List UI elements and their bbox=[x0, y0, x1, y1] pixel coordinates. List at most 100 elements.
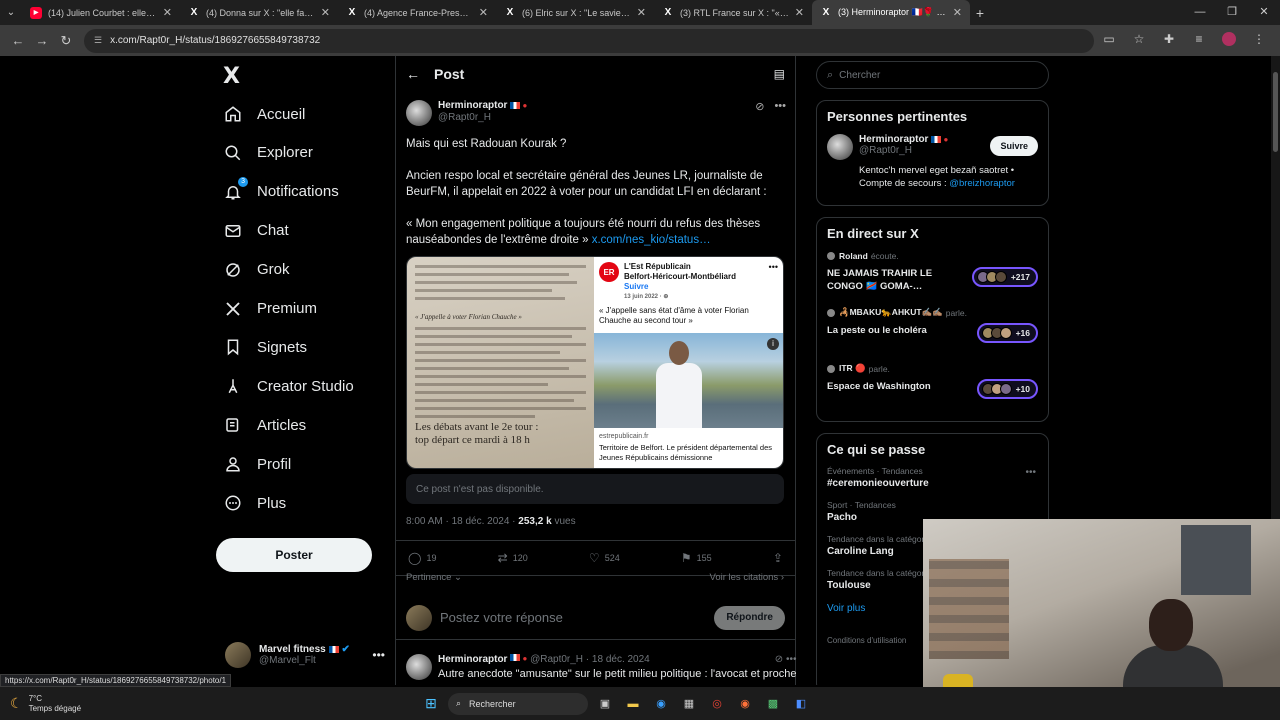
nav-item-articles[interactable]: Articles bbox=[223, 410, 306, 440]
close-tab-icon[interactable]: ✕ bbox=[163, 6, 172, 19]
author-avatar[interactable] bbox=[406, 100, 432, 126]
grok-icon[interactable]: ⊘ bbox=[755, 100, 764, 113]
reply-action[interactable]: ◯ 19 bbox=[408, 551, 436, 565]
nav-label: Grok bbox=[257, 261, 290, 279]
bio-link[interactable]: @breizhoraptor bbox=[949, 178, 1015, 189]
post-time[interactable]: 8:00 AM · 18 déc. 2024 · bbox=[406, 516, 516, 527]
repost-action[interactable]: ⇄ 120 bbox=[498, 551, 528, 565]
live-space-item[interactable]: Roland écoute. NE JAMAIS TRAHIR LE CONGO 🇨… bbox=[817, 247, 1048, 303]
author-avatar[interactable] bbox=[406, 654, 432, 680]
left-navigation: X Accueil Explorer 3 Notifications Chat Grok P… bbox=[215, 56, 395, 685]
nav-item-accueil[interactable]: Accueil bbox=[223, 99, 305, 129]
reply-author[interactable]: Herminoraptor bbox=[438, 654, 507, 665]
news-card-photo[interactable]: ER L'Est Républicain Belfort-Héricourt-M… bbox=[594, 257, 783, 468]
bookmark-star-icon[interactable]: ☆ bbox=[1124, 32, 1154, 49]
firefox-icon[interactable]: ◉ bbox=[734, 693, 756, 715]
nav-item-creator-studio[interactable]: Creator Studio bbox=[223, 371, 354, 401]
reply-button[interactable]: Répondre bbox=[714, 605, 785, 630]
store-icon[interactable]: ▦ bbox=[678, 693, 700, 715]
search-input[interactable]: ⌕ Chercher bbox=[816, 61, 1049, 89]
nav-item-explorer[interactable]: Explorer bbox=[223, 138, 313, 168]
app-icon[interactable]: ▩ bbox=[762, 693, 784, 715]
close-window-button[interactable]: ✕ bbox=[1248, 0, 1280, 25]
nav-item-chat[interactable]: Chat bbox=[223, 216, 289, 246]
close-tab-icon[interactable]: ✕ bbox=[479, 6, 488, 19]
minimize-button[interactable]: — bbox=[1184, 0, 1216, 25]
trend-more-icon[interactable]: ••• bbox=[1025, 467, 1036, 478]
author-handle[interactable]: @Rapt0r_H bbox=[438, 112, 527, 123]
close-tab-icon[interactable]: ✕ bbox=[795, 6, 804, 19]
author-name[interactable]: Herminoraptor bbox=[438, 100, 507, 111]
share-action[interactable]: ⇪ bbox=[773, 551, 783, 565]
new-tab-button[interactable]: + bbox=[970, 5, 990, 21]
live-space-item[interactable]: 🦂MBAKU🐆AHKUT✍🏽✍🏽 parle. La peste ou le cho… bbox=[817, 303, 1048, 359]
quote-link[interactable]: x.com/nes_kio/status… bbox=[592, 234, 711, 246]
browser-tab[interactable]: X (3) RTL France sur X : "« Le burs ✕ bbox=[654, 0, 812, 25]
x-icon: X bbox=[822, 7, 830, 18]
listeners-pill[interactable]: +10 bbox=[976, 379, 1038, 399]
url-field[interactable]: ☰ x.com/Rapt0r_H/status/1869276655849738… bbox=[84, 28, 1094, 53]
browser-menu-icon[interactable]: ⋮ bbox=[1244, 32, 1274, 49]
nav-item-signets[interactable]: Signets bbox=[223, 332, 307, 362]
person-name[interactable]: Herminoraptor bbox=[859, 134, 928, 145]
account-switcher[interactable]: Marvel fitness ✔ @Marvel_Flt ••• bbox=[225, 642, 385, 668]
edge-icon[interactable]: ◉ bbox=[650, 693, 672, 715]
browser-tab[interactable]: X (3) Herminoraptor 🇫🇷🌹 sur X : ✕ bbox=[812, 0, 970, 25]
reader-mode-icon[interactable]: ▤ bbox=[774, 67, 785, 81]
listeners-pill[interactable]: +217 bbox=[971, 267, 1038, 287]
task-view-icon[interactable]: ▣ bbox=[594, 693, 616, 715]
back-arrow-icon[interactable]: ← bbox=[406, 66, 434, 82]
close-tab-icon[interactable]: ✕ bbox=[637, 6, 646, 19]
tab-search-icon[interactable]: ≡ bbox=[1184, 32, 1214, 49]
post-button[interactable]: Poster bbox=[216, 538, 372, 572]
x-logo-icon[interactable]: X bbox=[223, 64, 240, 89]
trend-item[interactable]: Événements · Tendances #ceremonieouvertur… bbox=[817, 463, 1048, 497]
tab-search-button[interactable]: ⌄ bbox=[0, 0, 22, 25]
reply-input[interactable]: Postez votre réponse bbox=[440, 610, 563, 625]
like-action[interactable]: ♡ 524 bbox=[589, 551, 620, 565]
close-tab-icon[interactable]: ✕ bbox=[321, 6, 330, 19]
view-quotes-link[interactable]: Voir les citations › bbox=[710, 572, 784, 583]
nav-item-plus[interactable]: Plus bbox=[223, 488, 286, 518]
follow-button[interactable]: Suivre bbox=[990, 136, 1038, 156]
window-controls: — ❐ ✕ bbox=[1184, 0, 1280, 25]
reply-post[interactable]: Herminoraptor ● @Rapt0r_H · 18 déc. 2024 ⊘… bbox=[406, 654, 796, 680]
bookmark-action[interactable]: ⚑ 155 bbox=[681, 551, 712, 565]
newspaper-subhead: « J'appelle à voter Florian Chauche » bbox=[415, 313, 522, 321]
browser-tab[interactable]: ▶ (14) Julien Courbet : elle gagne ✕ bbox=[22, 0, 180, 25]
reply-handle-time: @Rapt0r_H · 18 déc. 2024 bbox=[530, 654, 650, 665]
forward-icon[interactable]: → bbox=[30, 33, 54, 48]
nav-item-grok[interactable]: Grok bbox=[223, 255, 290, 285]
close-tab-icon[interactable]: ✕ bbox=[953, 6, 962, 19]
listeners-pill[interactable]: +16 bbox=[976, 323, 1038, 343]
chrome-icon[interactable]: ◎ bbox=[706, 693, 728, 715]
post-more-icon[interactable]: ••• bbox=[774, 100, 786, 113]
more-icon[interactable]: ••• bbox=[372, 648, 385, 662]
post-more-icon[interactable]: ⊘ ••• bbox=[775, 654, 797, 665]
windows-start-icon[interactable]: ⊞ bbox=[420, 695, 442, 712]
nav-item-premium[interactable]: Premium bbox=[223, 294, 317, 324]
cast-icon[interactable]: ▭ bbox=[1094, 32, 1124, 49]
browser-tab[interactable]: X (6) Elric sur X : "Le saviez vous? ✕ bbox=[496, 0, 654, 25]
nav-item-notifications[interactable]: 3 Notifications bbox=[223, 176, 339, 207]
browser-tab[interactable]: X (4) Agence France-Presse sur X ✕ bbox=[338, 0, 496, 25]
author-avatar[interactable] bbox=[827, 134, 853, 160]
file-explorer-icon[interactable]: ▬ bbox=[622, 693, 644, 715]
newspaper-photo[interactable]: « J'appelle à voter Florian Chauche » Le… bbox=[407, 257, 594, 468]
person-bio: Kentoc'h mervel eget bezañ saotret • Com… bbox=[859, 165, 1015, 189]
weather-widget[interactable]: ☾ 7°C Temps dégagé bbox=[10, 694, 81, 714]
nav-item-profil[interactable]: Profil bbox=[223, 449, 291, 479]
live-space-item[interactable]: ITR 🔴 parle. Espace de Washington +10 bbox=[817, 359, 1048, 415]
page-title: Post bbox=[434, 66, 465, 82]
post-media[interactable]: « J'appelle à voter Florian Chauche » Le… bbox=[406, 256, 784, 469]
profile-avatar-icon[interactable] bbox=[1214, 32, 1244, 49]
maximize-button[interactable]: ❐ bbox=[1216, 0, 1248, 25]
extensions-icon[interactable]: ✚ bbox=[1154, 32, 1184, 49]
back-icon[interactable]: ← bbox=[6, 33, 30, 48]
site-info-icon[interactable]: ☰ bbox=[94, 35, 102, 46]
sort-dropdown[interactable]: Pertinence ⌄ bbox=[406, 572, 462, 583]
reload-icon[interactable]: ↻ bbox=[54, 33, 78, 49]
browser-tab[interactable]: X (4) Donna sur X : "elle fait expr ✕ bbox=[180, 0, 338, 25]
taskbar-search[interactable]: ⌕ Rechercher bbox=[448, 692, 588, 715]
app-icon[interactable]: ◧ bbox=[790, 693, 812, 715]
